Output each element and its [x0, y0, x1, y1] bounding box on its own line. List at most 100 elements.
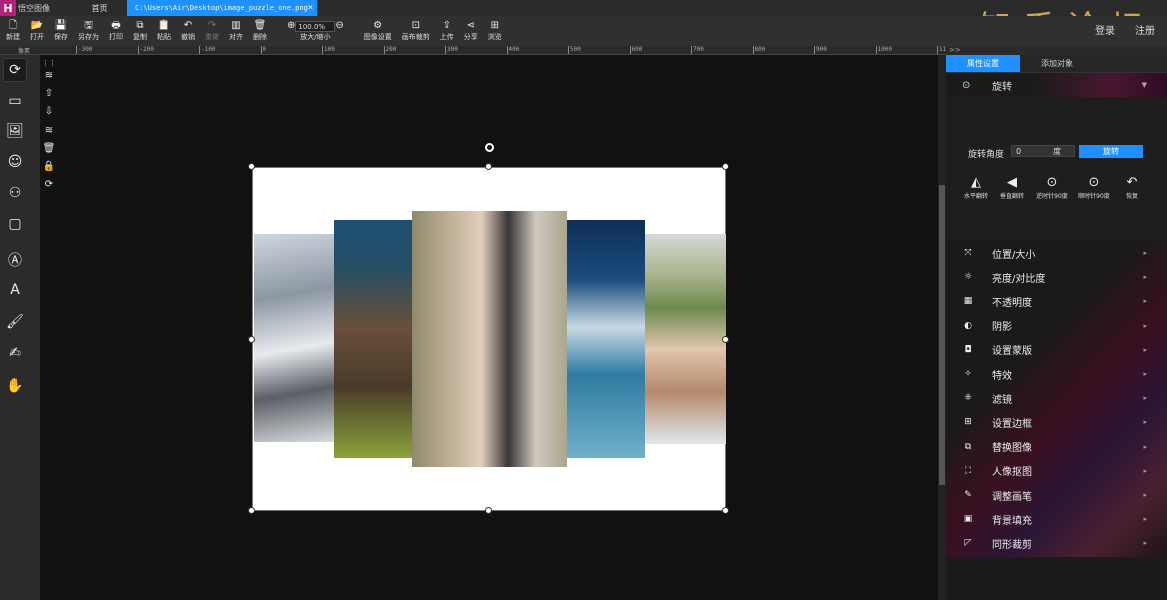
- rotate-button[interactable]: 旋转: [1079, 145, 1143, 158]
- lock-icon[interactable]: 🔒: [43, 160, 55, 172]
- property-background-fill[interactable]: ▣ 背景填充 ▸: [946, 507, 1167, 531]
- ruler-tick-label: 600: [631, 46, 643, 53]
- zoom-out-icon[interactable]: ⊖: [335, 20, 343, 32]
- share-button[interactable]: ⋖ 分享: [464, 16, 478, 46]
- collapse-arrow-icon[interactable]: ▼: [1142, 81, 1147, 89]
- ruler-tick: [137, 46, 139, 54]
- zoom-input[interactable]: 100.0%: [295, 20, 336, 32]
- tab-add-object[interactable]: 添加对象: [1020, 55, 1094, 72]
- new-button[interactable]: 🗋 新建: [6, 16, 20, 46]
- rotate-ccw-button[interactable]: ⊙ 逆时针90度: [1032, 175, 1072, 200]
- photo-poolside[interactable]: [645, 234, 726, 444]
- toolbar-label: 保存: [54, 33, 68, 41]
- photo-camera-woman[interactable]: [412, 211, 567, 467]
- resize-handle-b[interactable]: [485, 507, 492, 514]
- open-button[interactable]: 📂 打开: [30, 16, 44, 46]
- close-icon[interactable]: ×: [308, 3, 313, 13]
- image-tool-icon[interactable]: 🖼: [3, 119, 27, 143]
- redo-button[interactable]: ↷ 重做: [205, 16, 219, 46]
- photo-puffins[interactable]: [334, 220, 412, 458]
- hand-tool-icon[interactable]: ✋: [3, 374, 27, 398]
- art-text-tool-icon[interactable]: A: [3, 278, 27, 302]
- vertical-scrollbar[interactable]: [938, 55, 946, 600]
- login-link[interactable]: 登录: [1095, 22, 1115, 37]
- select-tool-icon[interactable]: ⟳: [3, 58, 27, 82]
- left-toolbar: ⟳ ▭ 🖼 ☺ ⚇ ▢ Ⓐ A 🖌 ✍ ✋: [0, 55, 30, 600]
- rotate-ccw-icon: ⊙: [1046, 175, 1058, 190]
- photo-surfer[interactable]: [567, 220, 645, 458]
- tab-properties[interactable]: 属性设置: [946, 55, 1020, 72]
- property-filter[interactable]: ⁜ 滤镜 ▸: [946, 386, 1167, 410]
- rectangle-select-icon[interactable]: ▭: [3, 89, 27, 113]
- shapes-tool-icon[interactable]: ⚇: [3, 181, 27, 205]
- property-portrait-cutout[interactable]: ⛶ 人像抠图 ▸: [946, 459, 1167, 483]
- panel-tabs: 属性设置 添加对象: [946, 55, 1167, 73]
- property-shadow[interactable]: ◐ 阴影 ▸: [946, 314, 1167, 338]
- ruler-tick: [76, 46, 77, 54]
- property-effects[interactable]: ✧ 特效 ▸: [946, 362, 1167, 386]
- property-label: 设置边框: [992, 418, 1032, 430]
- rotate-angle-input[interactable]: 0: [1011, 145, 1075, 157]
- frame-tool-icon[interactable]: ▢: [3, 212, 27, 236]
- property-brightness[interactable]: ☼ 亮度/对比度 ▸: [946, 265, 1167, 289]
- scrollbar-thumb[interactable]: [939, 185, 945, 485]
- paste-button[interactable]: 📋 粘贴: [157, 16, 171, 46]
- canvas-crop-button[interactable]: ⊡ 画布裁剪: [402, 16, 430, 46]
- image-settings-button[interactable]: ⚙ 图像设置: [364, 16, 392, 46]
- save-as-button[interactable]: 🖫 另存为: [78, 16, 99, 46]
- sticker-tool-icon[interactable]: ☺: [3, 150, 27, 174]
- flip-horizontal-button[interactable]: ◭ 水平翻转: [956, 175, 996, 200]
- register-link[interactable]: 注册: [1135, 22, 1155, 37]
- effects-icon: ✧: [964, 369, 972, 379]
- upload-button[interactable]: ⇪ 上传: [440, 16, 454, 46]
- flip-vertical-button[interactable]: ◀ 垂直翻转: [992, 175, 1032, 200]
- zoom-in-icon[interactable]: ⊕: [287, 20, 295, 32]
- resize-handle-r[interactable]: [722, 336, 729, 343]
- toolbar-label: 另存为: [78, 33, 99, 41]
- property-opacity[interactable]: ▦ 不透明度 ▸: [946, 289, 1167, 313]
- property-replace-image[interactable]: ⧉ 替换图像 ▸: [946, 435, 1167, 459]
- rotate-cw-button[interactable]: ⊙ 顺时针90度: [1074, 175, 1114, 200]
- rotate-tool-icon[interactable]: ⟳: [43, 178, 55, 190]
- trash-icon[interactable]: 🗑: [43, 142, 56, 154]
- resize-handle-l[interactable]: [248, 336, 255, 343]
- tab-home[interactable]: 首页: [72, 0, 127, 16]
- resize-handle-tr[interactable]: [722, 163, 729, 170]
- save-button[interactable]: 💾 保存: [54, 16, 68, 46]
- artboard[interactable]: [252, 167, 726, 511]
- property-position-size[interactable]: ⤧ 位置/大小 ▸: [946, 241, 1167, 265]
- grip-icon[interactable]: ⋮⋮: [42, 57, 56, 69]
- rotate-handle[interactable]: [485, 143, 494, 152]
- align-button[interactable]: ▥ 对齐: [229, 16, 243, 46]
- print-button[interactable]: 🖶 打印: [109, 16, 123, 46]
- resize-handle-t[interactable]: [485, 163, 492, 170]
- property-label: 背景填充: [992, 515, 1032, 527]
- resize-handle-br[interactable]: [722, 507, 729, 514]
- layers-icon[interactable]: ≋: [43, 69, 55, 81]
- photo-mountain[interactable]: [254, 234, 334, 442]
- layer-stack-icon[interactable]: ≋: [43, 124, 55, 136]
- zoom-control[interactable]: ⊕ 100.0% ⊖ 放大/缩小: [287, 16, 344, 46]
- draw-tool-icon[interactable]: ✍: [3, 341, 27, 365]
- share-icon: ⋖: [466, 20, 475, 31]
- toolbar-label: 粘贴: [157, 33, 171, 41]
- resize-handle-tl[interactable]: [248, 163, 255, 170]
- canvas-area[interactable]: [58, 55, 938, 600]
- resize-handle-bl[interactable]: [248, 507, 255, 514]
- reset-button[interactable]: ↶ 恢复: [1112, 175, 1152, 200]
- delete-button[interactable]: 🗑 删除: [253, 16, 267, 46]
- property-shape-crop[interactable]: ◸ 同形裁剪 ▸: [946, 531, 1167, 555]
- text-tool-icon[interactable]: Ⓐ: [3, 248, 27, 272]
- panel-collapse[interactable]: >>: [946, 46, 1167, 55]
- brush-tool-icon[interactable]: 🖌: [3, 310, 27, 334]
- move-up-icon[interactable]: ⇧: [43, 87, 55, 99]
- property-adjust-brush[interactable]: ✎ 调整画笔 ▸: [946, 483, 1167, 507]
- copy-button[interactable]: ⧉ 复制: [133, 16, 147, 46]
- property-mask[interactable]: ◘ 设置蒙版 ▸: [946, 338, 1167, 362]
- property-border[interactable]: ⊞ 设置边框 ▸: [946, 410, 1167, 434]
- rotate-section-header[interactable]: ⊙ 旋转 ▼: [946, 73, 1167, 97]
- move-down-icon[interactable]: ⇩: [43, 105, 55, 117]
- browse-button[interactable]: ⊞ 浏览: [488, 16, 502, 46]
- undo-button[interactable]: ↶ 撤销: [181, 16, 195, 46]
- tab-file[interactable]: C:\Users\Air\Desktop\image_puzzle_one.pn…: [127, 0, 317, 16]
